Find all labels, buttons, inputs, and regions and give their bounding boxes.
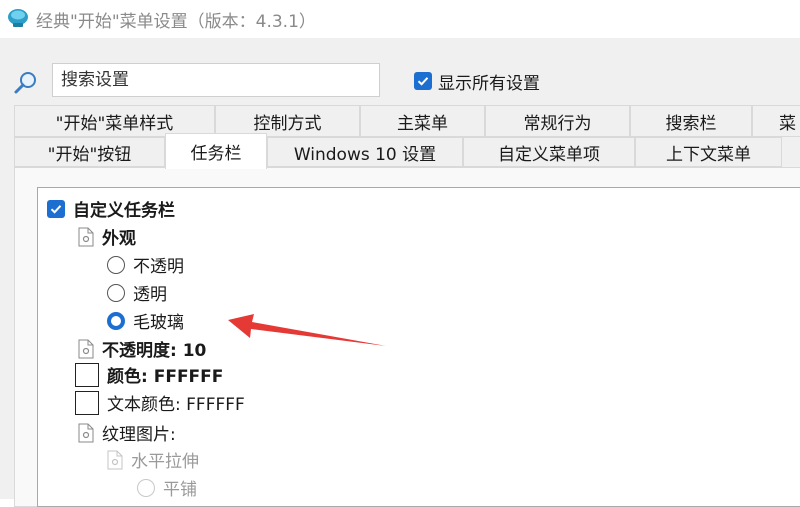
checkbox-checked-icon[interactable]	[414, 72, 432, 90]
texture-image-setting[interactable]: 纹理图片:	[78, 420, 176, 445]
settings-page-icon	[78, 227, 94, 246]
option-transparent-label: 透明	[133, 285, 167, 305]
option-opaque-label: 不透明	[133, 257, 184, 277]
color-setting[interactable]: 颜色: FFFFFF	[75, 362, 223, 387]
opacity-label: 不透明度: 10	[102, 341, 207, 361]
color-swatch-icon[interactable]	[75, 362, 99, 387]
option-tile[interactable]: 平铺	[137, 475, 197, 500]
customize-taskbar-option[interactable]: 自定义任务栏	[47, 196, 175, 221]
app-shell-icon	[8, 9, 28, 27]
search-input[interactable]	[52, 63, 380, 97]
window-title: 经典"开始"菜单设置（版本：4.3.1）	[36, 12, 316, 32]
radio-unselected-icon[interactable]	[107, 255, 125, 274]
tab-taskbar[interactable]: 任务栏	[165, 133, 267, 169]
settings-page-icon	[78, 423, 94, 442]
radio-disabled-icon[interactable]	[137, 478, 155, 497]
text-color-swatch-icon[interactable]	[75, 390, 99, 415]
text-color-label: 文本颜色: FFFFFF	[107, 395, 245, 415]
tab-menu-look[interactable]: 菜	[752, 105, 800, 137]
option-transparent[interactable]: 透明	[107, 280, 167, 305]
search-icon	[14, 72, 36, 94]
option-tile-label: 平铺	[163, 480, 197, 500]
stretch-horizontal-label: 水平拉伸	[131, 452, 199, 472]
checkbox-checked-icon[interactable]	[47, 199, 65, 218]
customize-taskbar-label: 自定义任务栏	[73, 201, 175, 221]
show-all-settings-label: 显示所有设置	[438, 73, 540, 94]
tab-search-box[interactable]: 搜索栏	[630, 105, 752, 137]
color-label: 颜色: FFFFFF	[107, 367, 224, 387]
texture-image-label: 纹理图片:	[102, 425, 176, 445]
radio-unselected-icon[interactable]	[107, 283, 125, 302]
settings-page-icon	[78, 339, 94, 358]
option-frosted-glass-label: 毛玻璃	[133, 313, 184, 333]
tab-main-menu[interactable]: 主菜单	[360, 105, 485, 137]
option-opaque[interactable]: 不透明	[107, 252, 184, 277]
tab-windows10-settings[interactable]: Windows 10 设置	[267, 137, 463, 167]
show-all-settings-checkbox[interactable]: 显示所有设置	[414, 69, 540, 94]
tab-general-behavior[interactable]: 常规行为	[485, 105, 630, 137]
annotation-arrow-icon	[228, 314, 386, 346]
appearance-group: 外观	[78, 224, 136, 249]
opacity-setting[interactable]: 不透明度: 10	[78, 336, 206, 361]
appearance-label: 外观	[102, 229, 136, 249]
settings-page-icon	[107, 450, 123, 469]
option-frosted-glass[interactable]: 毛玻璃	[107, 308, 184, 333]
tab-custom-menu-items[interactable]: 自定义菜单项	[463, 137, 635, 167]
text-color-setting[interactable]: 文本颜色: FFFFFF	[75, 390, 245, 415]
stretch-horizontal-group: 水平拉伸	[107, 447, 199, 472]
tab-start-button[interactable]: "开始"按钮	[14, 137, 165, 167]
tab-context-menu[interactable]: 上下文菜单	[635, 137, 782, 167]
title-bar: 经典"开始"菜单设置（版本：4.3.1）	[0, 0, 800, 38]
radio-selected-icon[interactable]	[107, 311, 125, 330]
